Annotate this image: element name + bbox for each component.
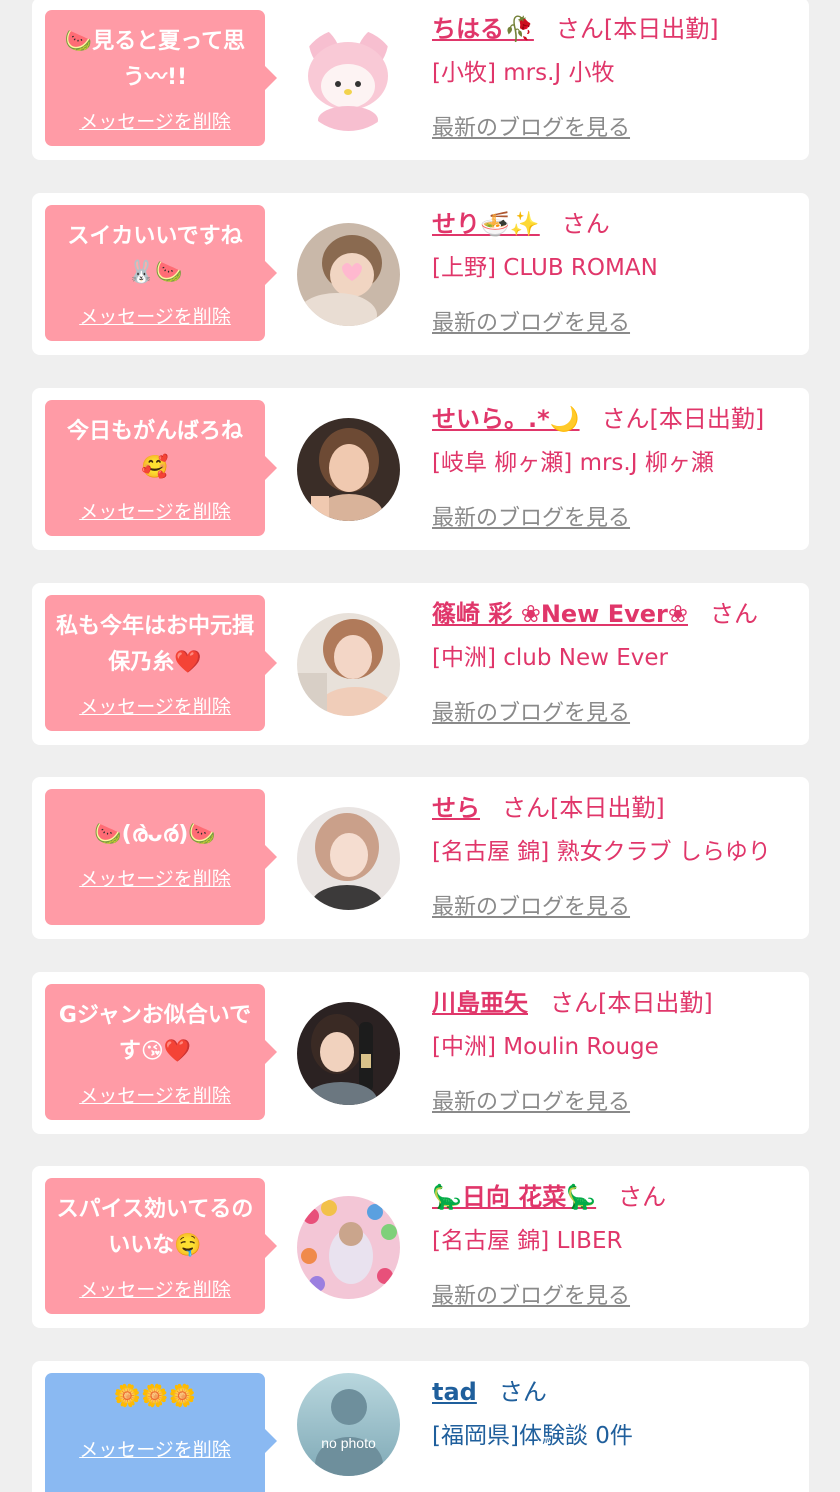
avatar[interactable] — [297, 418, 400, 521]
message-bubble: 🍉(ര̀ᴗര́)🍉 メッセージを削除 — [45, 789, 277, 925]
message-card: 🍉見ると夏って思う〰!! メッセージを削除 ちはる🥀 さん[本日出勤] [小牧] … — [32, 0, 809, 160]
shop-info: [中洲] club New Ever — [432, 645, 669, 671]
avatar[interactable] — [297, 613, 400, 716]
member-name-link[interactable]: tad — [432, 1378, 477, 1406]
message-bubble: 🌼🌼🌼 メッセージを削除 — [45, 1373, 277, 1492]
message-card: 私も今年はお中元揖保乃糸❤️ メッセージを削除 篠崎 彩 ❀New Ever❀ さ… — [32, 583, 809, 745]
blog-link[interactable]: 最新のブログを見る — [432, 110, 799, 142]
honorific-status: さん — [561, 210, 610, 238]
honorific-status: さん — [618, 1183, 667, 1211]
blog-link[interactable]: 最新のブログを見る — [432, 500, 799, 532]
delete-message-link[interactable]: メッセージを削除 — [45, 1435, 265, 1462]
delete-message-link[interactable]: メッセージを削除 — [45, 692, 265, 719]
message-bubble: 🍉見ると夏って思う〰!! メッセージを削除 — [45, 10, 277, 146]
profile-photo-icon — [297, 807, 400, 910]
shop-info: [岐阜 柳ヶ瀬] mrs.J 柳ヶ瀬 — [432, 450, 714, 476]
member-name-link[interactable]: ちはる🥀 — [432, 15, 534, 43]
message-text: スパイス効いてるのいいな🤤 — [56, 1197, 254, 1258]
profile-photo-icon — [297, 223, 400, 326]
delete-message-link[interactable]: メッセージを削除 — [45, 1275, 265, 1302]
honorific-status: さん — [709, 600, 758, 628]
shop-info: [上野] CLUB ROMAN — [432, 255, 658, 281]
profile-photo-icon — [297, 1002, 400, 1105]
blog-link[interactable]: 最新のブログを見る — [432, 1278, 799, 1310]
delete-message-link[interactable]: メッセージを削除 — [45, 107, 265, 134]
blog-link[interactable]: 最新のブログを見る — [432, 305, 799, 337]
avatar[interactable] — [297, 1002, 400, 1105]
profile-photo-icon — [297, 1196, 400, 1299]
no-photo-icon — [297, 1373, 400, 1476]
message-text: スイカいいですね🐰🍉 — [67, 224, 243, 285]
message-card: 今日もがんばろね🥰 メッセージを削除 せいら。.*🌙 さん[本日出勤] [岐阜 柳… — [32, 388, 809, 550]
message-text: 🍉(ര̀ᴗര́)🍉 — [94, 822, 216, 847]
message-bubble: スイカいいですね🐰🍉 メッセージを削除 — [45, 205, 277, 341]
delete-message-link[interactable]: メッセージを削除 — [45, 302, 265, 329]
message-card: Gジャンお似合いです😘❤️ メッセージを削除 川島亜矢 さん[本日出勤] [中洲]… — [32, 972, 809, 1134]
shop-info: [中洲] Moulin Rouge — [432, 1034, 659, 1060]
avatar[interactable]: no photo — [297, 1373, 400, 1476]
message-card: 🍉(ര̀ᴗര́)🍉 メッセージを削除 せら さん[本日出勤] [名古屋 錦] 熟女… — [32, 777, 809, 939]
honorific-status: さん[本日出勤] — [550, 989, 713, 1017]
member-name-link[interactable]: 🦕日向 花菜🦕 — [432, 1183, 596, 1211]
my-melody-plush-icon — [297, 28, 400, 131]
shop-info: [名古屋 錦] 熟女クラブ しらゆり — [432, 839, 771, 865]
message-feed: 🍉見ると夏って思う〰!! メッセージを削除 ちはる🥀 さん[本日出勤] [小牧] … — [0, 0, 840, 1492]
member-name-link[interactable]: 篠崎 彩 ❀New Ever❀ — [432, 600, 688, 628]
message-card: スイカいいですね🐰🍉 メッセージを削除 せり🍜✨ さん [上野] CLUB ROM… — [32, 193, 809, 355]
shop-info: [小牧] mrs.J 小牧 — [432, 60, 615, 86]
message-bubble: 今日もがんばろね🥰 メッセージを削除 — [45, 400, 277, 536]
honorific-status: さん — [498, 1378, 547, 1406]
honorific-status: さん[本日出勤] — [555, 15, 719, 43]
member-name-link[interactable]: 川島亜矢 — [432, 989, 528, 1017]
member-name-link[interactable]: せり🍜✨ — [432, 210, 540, 238]
message-text: 私も今年はお中元揖保乃糸❤️ — [55, 614, 254, 675]
message-card: スパイス効いてるのいいな🤤 メッセージを削除 🦕日向 花菜🦕さん [名古屋 錦 — [32, 1166, 809, 1328]
honorific-status: さん[本日出勤] — [502, 794, 665, 822]
avatar[interactable] — [297, 223, 400, 326]
message-text: 今日もがんばろね🥰 — [66, 419, 243, 480]
blog-link[interactable]: 最新のブログを見る — [432, 695, 799, 727]
message-text: Gジャンお似合いです😘❤️ — [58, 1003, 252, 1064]
avatar[interactable] — [297, 807, 400, 910]
blog-link[interactable]: 最新のブログを見る — [432, 1084, 799, 1116]
member-name-link[interactable]: せいら。.*🌙 — [432, 405, 580, 433]
no-photo-label: no photo — [321, 1435, 376, 1451]
delete-message-link[interactable]: メッセージを削除 — [45, 864, 265, 891]
delete-message-link[interactable]: メッセージを削除 — [45, 1081, 265, 1108]
profile-photo-icon — [297, 418, 400, 521]
shop-info: [名古屋 錦] LIBER — [432, 1228, 623, 1254]
message-card: 🌼🌼🌼 メッセージを削除 no photo tad さん [福岡県]体験談 0件 — [32, 1361, 809, 1492]
blog-link[interactable]: 最新のブログを見る — [432, 889, 799, 921]
message-bubble: Gジャンお似合いです😘❤️ メッセージを削除 — [45, 984, 277, 1120]
review-count: [福岡県]体験談 0件 — [432, 1423, 633, 1449]
message-bubble: 私も今年はお中元揖保乃糸❤️ メッセージを削除 — [45, 595, 277, 731]
profile-photo-icon — [297, 613, 400, 716]
message-text: 🌼🌼🌼 — [113, 1384, 197, 1409]
member-name-link[interactable]: せら — [432, 794, 480, 822]
avatar[interactable] — [297, 1196, 400, 1299]
delete-message-link[interactable]: メッセージを削除 — [45, 497, 265, 524]
message-bubble: スパイス効いてるのいいな🤤 メッセージを削除 — [45, 1178, 277, 1314]
honorific-status: さん[本日出勤] — [601, 405, 765, 433]
avatar[interactable] — [297, 28, 400, 131]
message-text: 🍉見ると夏って思う〰!! — [64, 29, 246, 90]
